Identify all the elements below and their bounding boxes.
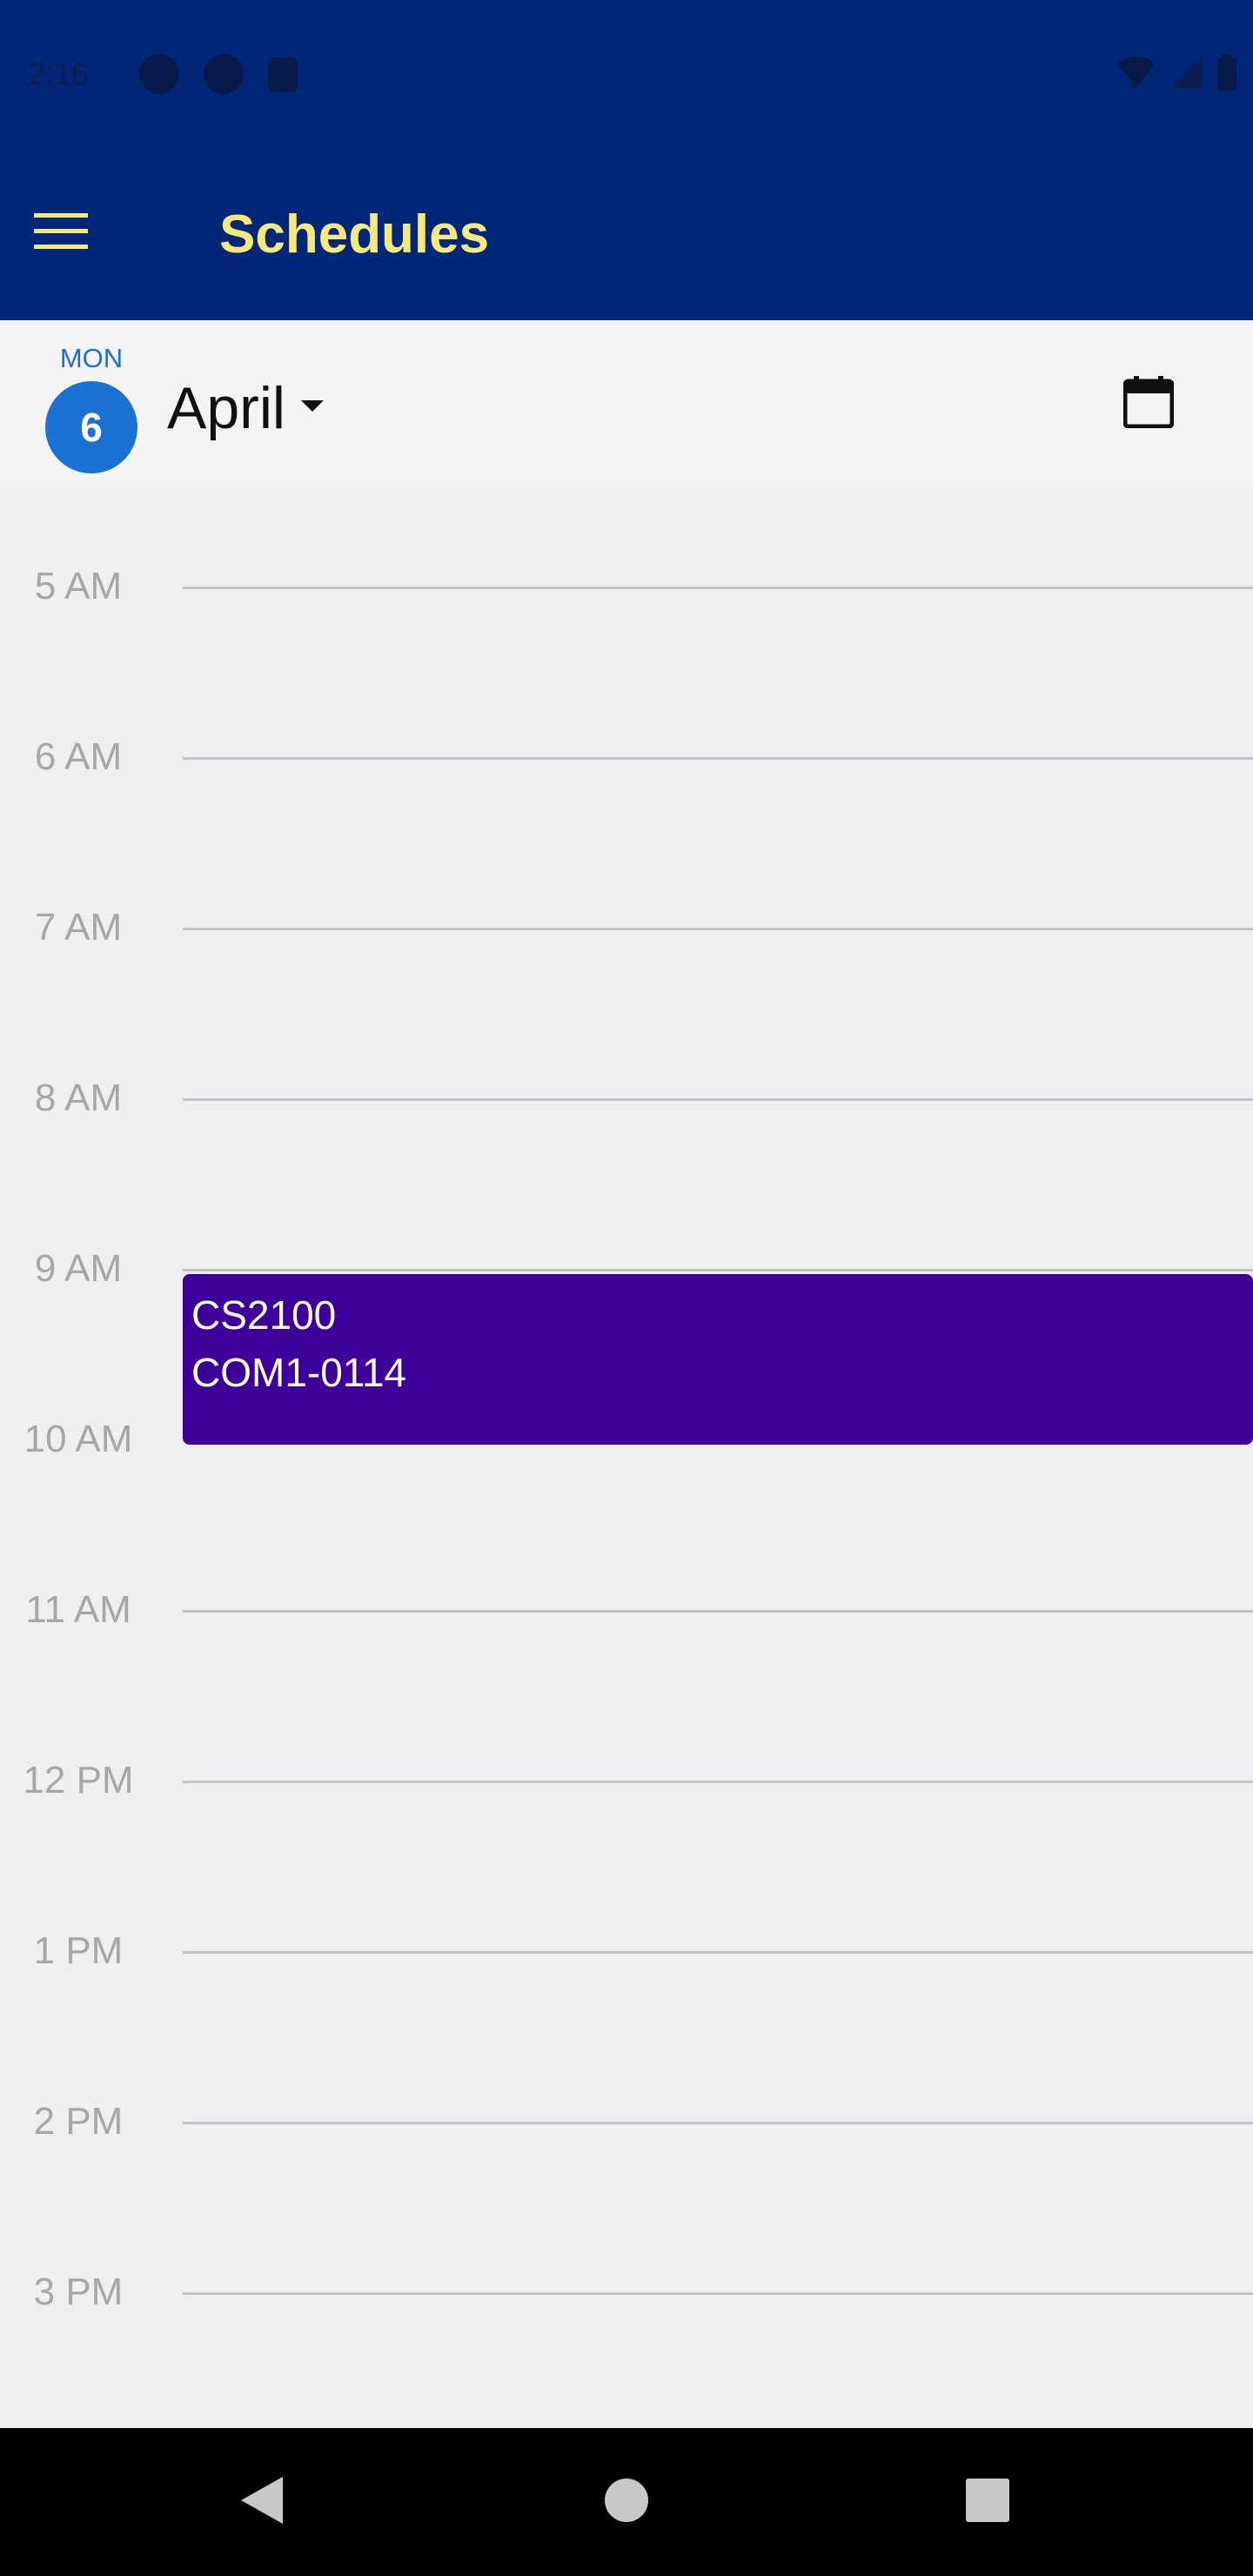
hour-divider (183, 1951, 1253, 1954)
month-label: April (167, 375, 286, 441)
calendar-button[interactable] (1117, 372, 1180, 435)
hour-divider (183, 928, 1253, 930)
hour-row: 7 AM (0, 906, 1253, 949)
hour-label: 2 PM (33, 2100, 124, 2143)
signal-icon (1169, 55, 1204, 90)
hour-label: 7 AM (34, 906, 123, 949)
hour-label: 8 AM (34, 1077, 123, 1119)
status-system-icons (1116, 54, 1237, 91)
status-notification-icons (139, 54, 298, 94)
day-of-week: MON (59, 343, 124, 373)
hour-divider (183, 757, 1253, 760)
back-button[interactable] (223, 2463, 301, 2541)
date-header: MON 6 April (0, 320, 1253, 489)
caret-down-icon (301, 399, 325, 417)
hour-row: 8 AM (0, 1077, 1253, 1119)
battery-icon (1216, 54, 1237, 91)
hour-row: 12 PM (0, 1759, 1253, 1801)
hour-row: 11 AM (0, 1588, 1253, 1631)
event-title: CS2100 (191, 1292, 337, 1338)
month-selector[interactable]: April (167, 374, 325, 442)
event-location: COM1-0114 (191, 1350, 407, 1395)
hour-row: 9 AM (0, 1247, 1253, 1290)
hour-label: 3 PM (33, 2271, 124, 2313)
notification-icon (204, 54, 244, 94)
hour-divider (183, 1098, 1253, 1101)
notification-icon (139, 54, 179, 94)
status-time: 2:16 (28, 56, 90, 91)
hamburger-menu-icon (34, 211, 88, 256)
home-circle-icon (604, 2478, 649, 2527)
status-bar: 2:16 (0, 0, 1253, 157)
app-bar: Schedules (0, 157, 1253, 320)
day-timeline[interactable]: 5 AM 6 AM 7 AM 8 AM 9 AM 10 AM 11 AM 12 … (0, 487, 1253, 2428)
hour-divider (183, 1610, 1253, 1613)
hour-divider (183, 2122, 1253, 2124)
wifi-icon (1116, 55, 1157, 90)
hour-label: 11 AM (25, 1588, 131, 1631)
hour-row: 6 AM (0, 735, 1253, 778)
page-title: Schedules (219, 205, 490, 265)
home-button[interactable] (587, 2463, 666, 2541)
hour-row: 5 AM (0, 565, 1253, 607)
sd-card-icon (268, 57, 298, 92)
recents-square-icon (965, 2478, 1010, 2527)
recents-button[interactable] (948, 2463, 1027, 2541)
selected-day[interactable]: 6 (45, 381, 137, 473)
system-nav-bar (0, 2428, 1253, 2576)
back-triangle-icon (239, 2475, 285, 2530)
hour-label: 9 AM (34, 1247, 123, 1290)
hour-divider (183, 587, 1253, 589)
hour-label: 5 AM (34, 565, 123, 607)
menu-button[interactable] (19, 191, 103, 275)
hour-label: 6 AM (34, 735, 123, 778)
hour-row: 1 PM (0, 1929, 1253, 1972)
hour-divider (183, 1269, 1253, 1271)
hour-row: 3 PM (0, 2271, 1253, 2313)
hour-divider (183, 1781, 1253, 1783)
day-number: 6 (80, 405, 103, 450)
hour-row: 2 PM (0, 2100, 1253, 2143)
hour-label: 10 AM (23, 1418, 133, 1460)
hour-label: 12 PM (23, 1759, 134, 1801)
hour-divider (183, 2292, 1253, 2295)
hour-label: 1 PM (33, 1929, 124, 1972)
calendar-icon (1122, 375, 1175, 433)
event-block[interactable]: CS2100 COM1-0114 (183, 1274, 1253, 1445)
